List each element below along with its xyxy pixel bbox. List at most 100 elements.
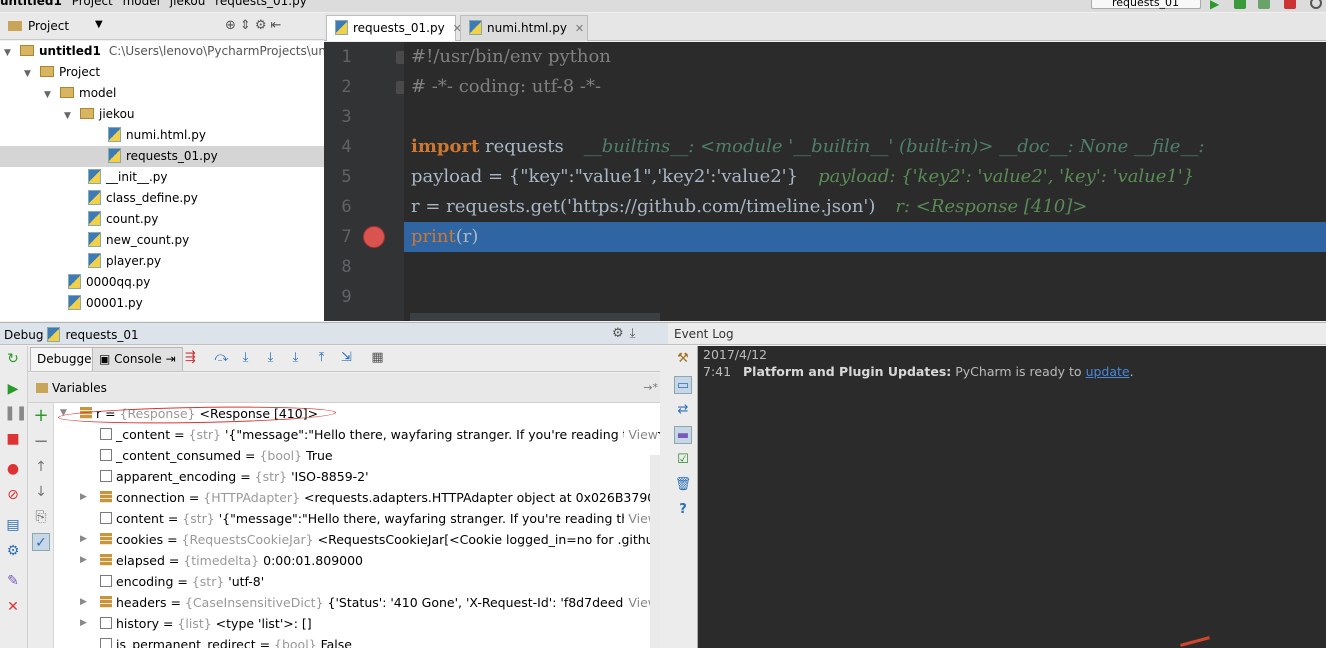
variable-row[interactable]: _content_consumed = {bool} True <box>54 445 660 466</box>
pause-icon[interactable]: ❚❚ <box>4 404 27 422</box>
tab-numi-html[interactable]: numi.html.py ✕ <box>460 15 588 41</box>
tree-item[interactable]: count.py <box>0 209 324 230</box>
variable-row[interactable]: encoding = {str} 'utf-8' <box>54 571 660 592</box>
copy-icon[interactable]: ⎘ <box>32 508 50 526</box>
tree-item[interactable]: ▼ jiekou <box>0 104 324 125</box>
project-view-title[interactable]: Project <box>8 19 69 33</box>
trash-icon[interactable]: 🗑 <box>674 476 692 494</box>
code-line[interactable]: payload = {"key":"value1",'key2':'value2… <box>411 162 1194 192</box>
code-line[interactable]: print(r) <box>404 222 1326 252</box>
close-icon[interactable]: ✕ <box>4 598 22 616</box>
step-into-icon[interactable]: ⤓ <box>238 351 253 365</box>
code-line[interactable]: r = requests.get('https://github.com/tim… <box>411 192 1087 222</box>
breakpoint-icon[interactable] <box>363 226 385 248</box>
tree-item[interactable]: __init__.py <box>0 167 324 188</box>
stop-icon[interactable]: ■ <box>4 430 22 448</box>
chevron-down-icon[interactable]: ▼ <box>95 19 103 30</box>
remove-watch-icon[interactable]: − <box>32 433 50 451</box>
tree-item[interactable]: 0000qq.py <box>0 272 324 293</box>
arrow-up-icon[interactable]: ↑ <box>32 458 50 476</box>
view-link[interactable]: View <box>624 424 658 445</box>
gear-icon[interactable]: ⚙ <box>255 18 271 33</box>
tree-item[interactable]: new_count.py <box>0 230 324 251</box>
chevron-right-icon[interactable]: ▶ <box>80 529 90 550</box>
collapse-icon[interactable]: ⇕ <box>240 18 255 33</box>
code-line[interactable]: # -*- coding: utf-8 -*- <box>411 72 601 102</box>
tree-item[interactable]: 00001.py <box>0 293 324 314</box>
vertical-scrollbar[interactable] <box>650 455 660 648</box>
settings-icon[interactable]: ⚒ <box>674 350 692 368</box>
breadcrumb-item[interactable]: Project <box>72 0 113 8</box>
breadcrumb-item[interactable]: untitled1 <box>0 0 62 8</box>
gear-icon[interactable]: ⚙ <box>612 326 630 341</box>
variable-row[interactable]: ▶ elapsed = {timedelta} 0:00:01.809000 <box>54 550 660 571</box>
variable-row[interactable]: ▶ cookies = {RequestsCookieJar} <Requests… <box>54 529 660 550</box>
tab-requests-01[interactable]: requests_01.py ✕ <box>326 15 462 41</box>
rerun-icon[interactable]: ↻ <box>4 350 22 368</box>
editor-gutter[interactable]: 123456789 <box>324 42 406 321</box>
coverage-icon[interactable] <box>1258 0 1270 9</box>
tree-item[interactable]: ▼ model <box>0 83 324 104</box>
breadcrumb-item[interactable]: requests_01.py <box>215 0 307 8</box>
close-icon[interactable]: ✕ <box>575 22 584 35</box>
tab-console[interactable]: ▣ Console ⇥ <box>92 347 183 371</box>
add-watch-icon[interactable]: + <box>32 407 50 425</box>
arrow-down-icon[interactable]: ↓ <box>32 483 50 501</box>
horizontal-scrollbar[interactable] <box>410 313 660 321</box>
run-icon[interactable]: ▶ <box>1210 0 1222 11</box>
inline-debug-value: r: <Response [410]> <box>895 196 1088 217</box>
code-line[interactable]: import requests __builtins__: <module '__… <box>411 132 1204 162</box>
resume-icon[interactable]: ▶ <box>4 380 22 398</box>
variable-row[interactable]: _content = {str} '{"message":"Hello ther… <box>54 424 660 445</box>
variable-row[interactable]: ▶ history = {list} <type 'list'>: [] <box>54 613 660 634</box>
search-icon[interactable] <box>1310 0 1322 9</box>
step-into-my-code-icon[interactable]: ⤓ <box>263 351 278 365</box>
breadcrumb-item[interactable]: model <box>123 0 160 8</box>
hide-icon[interactable]: ⇤ <box>270 18 285 33</box>
force-step-into-icon[interactable]: ⤓ <box>288 351 303 365</box>
tree-item[interactable]: class_define.py <box>0 188 324 209</box>
show-values-icon[interactable]: ✓ <box>32 533 50 551</box>
tree-item[interactable]: numi.html.py <box>0 125 324 146</box>
chevron-right-icon[interactable]: ▶ <box>80 613 90 634</box>
variable-row[interactable]: ▶ headers = {CaseInsensitiveDict} {'Statu… <box>54 592 660 613</box>
chevron-right-icon[interactable]: ▶ <box>80 487 90 508</box>
show-balloons-icon[interactable]: ▭ <box>674 376 692 394</box>
variable-row[interactable]: content = {str} '{"message":"Hello there… <box>54 508 660 529</box>
code-editor[interactable]: #!/usr/bin/env python # -*- coding: utf-8… <box>404 42 1326 321</box>
step-out-icon[interactable]: ⤒ <box>314 351 329 365</box>
pin-icon[interactable]: ✎ <box>4 572 22 590</box>
variable-text: content = {str} '{"message":"Hello there… <box>116 508 660 529</box>
stop-icon[interactable] <box>1284 0 1296 9</box>
show-execution-point-icon[interactable]: ⇶ <box>183 351 198 365</box>
mark-read-icon[interactable]: ☑ <box>674 451 692 469</box>
tree-item[interactable]: ▼ Project <box>0 62 324 83</box>
scroll-to-end-icon[interactable]: ▬ <box>674 426 692 444</box>
run-config-select[interactable]: requests_01 <box>1091 0 1201 9</box>
variable-row[interactable]: is_permanent_redirect = {bool} False <box>54 634 660 648</box>
chevron-right-icon[interactable]: ▶ <box>80 592 90 613</box>
debug-icon[interactable] <box>1234 0 1246 9</box>
layout-icon[interactable]: ▤ <box>4 516 22 534</box>
variable-row[interactable]: apparent_encoding = {str} 'ISO-8859-2' <box>54 466 660 487</box>
settings-icon[interactable]: ⚙ <box>4 542 22 560</box>
help-icon[interactable]: ? <box>674 501 692 519</box>
variable-row[interactable]: ▶ connection = {HTTPAdapter} <requests.ad… <box>54 487 660 508</box>
tree-item[interactable]: requests_01.py <box>0 146 324 167</box>
chevron-right-icon[interactable]: ▶ <box>80 550 90 571</box>
hide-icon[interactable]: ⤓ <box>630 326 642 341</box>
code-line[interactable]: #!/usr/bin/env python <box>411 42 611 72</box>
step-over-icon[interactable]: ⤼ <box>214 351 229 365</box>
view-breakpoints-icon[interactable]: ● <box>4 460 22 478</box>
tree-item[interactable]: ▼ untitled1 C:\Users\lenovo\PycharmProject… <box>0 41 324 62</box>
panel-splitter[interactable] <box>660 346 668 648</box>
target-icon[interactable]: ⊕ <box>225 18 240 33</box>
soft-wrap-icon[interactable]: ⇄ <box>674 401 692 419</box>
tree-item[interactable]: player.py <box>0 251 324 272</box>
update-link[interactable]: update <box>1086 364 1130 379</box>
run-to-cursor-icon[interactable]: ⇲ <box>339 351 354 365</box>
pin-icon[interactable]: →* <box>643 381 658 394</box>
mute-breakpoints-icon[interactable]: ⊘ <box>4 486 22 504</box>
evaluate-expression-icon[interactable]: ▦ <box>370 351 385 365</box>
breadcrumb-item[interactable]: jiekou <box>170 0 206 8</box>
